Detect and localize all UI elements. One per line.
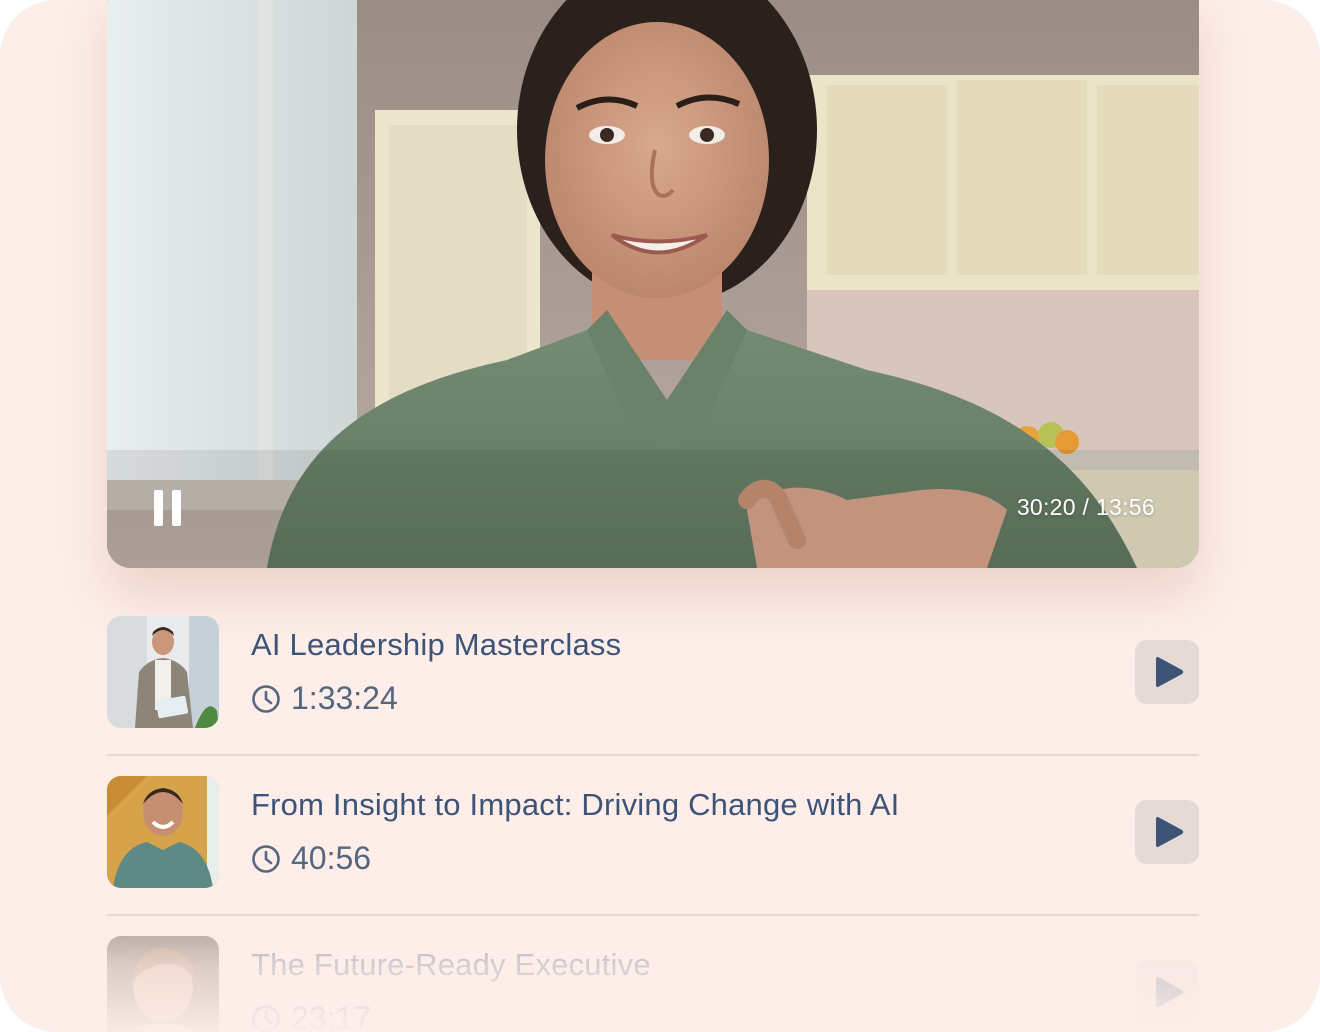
video-timecode: 30:20 / 13:56 (1016, 494, 1155, 520)
video-title: The Future-Ready Executive (251, 947, 651, 982)
video-player[interactable]: 30:20 / 13:56 (107, 0, 1199, 568)
clock-icon (251, 684, 281, 714)
video-duration: 23:17 (251, 1000, 371, 1032)
duration-text: 40:56 (291, 840, 372, 876)
video-course-card: 30:20 / 13:56 AI Leadership Masterclass (0, 0, 1320, 1032)
playlist-item[interactable]: The Future-Ready Executive 23:17 (107, 916, 1199, 1032)
duration-text: 23:17 (291, 1000, 372, 1032)
video-duration: 1:33:24 (251, 680, 398, 717)
video-thumbnail (107, 936, 219, 1032)
play-icon (1156, 817, 1184, 847)
pause-icon (154, 490, 163, 526)
video-title: From Insight to Impact: Driving Change w… (251, 787, 900, 822)
play-icon (1156, 977, 1184, 1007)
play-button[interactable] (1135, 960, 1199, 1024)
playlist-item[interactable]: From Insight to Impact: Driving Change w… (107, 756, 1199, 916)
clock-icon (251, 844, 281, 874)
play-icon (1156, 657, 1184, 687)
pause-button[interactable] (151, 486, 187, 530)
video-thumbnail (107, 776, 219, 888)
play-button[interactable] (1135, 640, 1199, 704)
video-duration: 40:56 (251, 840, 371, 877)
video-thumbnail (107, 616, 219, 728)
clock-icon (251, 1004, 281, 1032)
duration-text: 1:33:24 (291, 680, 398, 716)
video-title: AI Leadership Masterclass (251, 627, 622, 662)
video-playlist: AI Leadership Masterclass 1:33:24 From I… (107, 596, 1199, 1032)
video-frame (107, 0, 1199, 568)
playlist-item[interactable]: AI Leadership Masterclass 1:33:24 (107, 596, 1199, 756)
play-button[interactable] (1135, 800, 1199, 864)
